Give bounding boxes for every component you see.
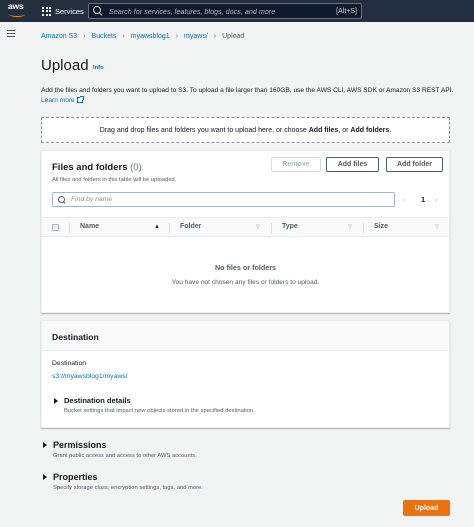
destination-header: Destination <box>42 321 449 351</box>
search-icon <box>58 195 66 204</box>
permissions-subtitle: Grant public access and access to other … <box>53 453 197 459</box>
column-divider <box>169 223 170 233</box>
column-header-folder[interactable]: Folder <box>180 223 201 230</box>
hamburger-menu-icon[interactable] <box>7 30 15 37</box>
search-shortcut-hint: [Alt+S] <box>336 7 357 15</box>
files-and-folders-panel: Files and folders (0) All files and fold… <box>41 150 450 313</box>
learn-more-label: Learn more <box>41 97 75 104</box>
permissions-section-toggle[interactable]: Permissions <box>53 440 107 450</box>
top-navigation-bar: aws Services Search for services, featur… <box>0 0 474 22</box>
destination-details-toggle[interactable]: Destination details <box>64 396 131 405</box>
breadcrumb-amazon-s3[interactable]: Amazon S3 <box>41 33 77 40</box>
info-link[interactable]: Info <box>93 65 104 71</box>
destination-details-subtitle: Bucket settings that impact new objects … <box>64 408 255 414</box>
caret-right-icon[interactable] <box>43 474 47 480</box>
aws-logo[interactable]: aws <box>8 2 28 20</box>
page-title: Upload <box>41 57 89 74</box>
services-label: Services <box>55 6 84 16</box>
drag-and-drop-zone[interactable]: Drag and drop files and folders you want… <box>41 117 450 143</box>
page-number[interactable]: 1 <box>421 195 425 204</box>
files-count: (0) <box>130 162 142 173</box>
column-header-type[interactable]: Type <box>282 223 298 230</box>
column-header-size[interactable]: Size <box>374 223 388 230</box>
properties-section-toggle[interactable]: Properties <box>53 472 98 482</box>
add-files-button[interactable]: Add files <box>326 157 379 172</box>
breadcrumb-folder[interactable]: myaws/ <box>184 33 208 40</box>
add-folder-button[interactable]: Add folder <box>386 157 443 172</box>
column-header-name[interactable]: Name <box>80 223 99 230</box>
sort-down-icon[interactable]: ▽ <box>435 224 439 230</box>
services-menu-button[interactable]: Services <box>42 5 84 17</box>
destination-title: Destination <box>52 332 99 342</box>
table-header: Name ▲ Folder ▽ Type ▽ Size ▽ <box>42 217 449 237</box>
remove-button[interactable]: Remove <box>271 157 321 172</box>
learn-more-link[interactable]: Learn more <box>41 96 84 104</box>
sort-down-icon[interactable]: ▽ <box>256 224 260 230</box>
sort-down-icon[interactable]: ▽ <box>348 224 352 230</box>
destination-label: Destination <box>52 360 87 367</box>
empty-state-subtitle: You have not chosen any files or folders… <box>171 279 320 286</box>
empty-state-title: No files or folders <box>214 263 277 272</box>
files-panel-title: Files and folders (0) <box>52 162 142 173</box>
chevron-right-icon: › <box>122 33 125 40</box>
dropzone-text-middle: , or <box>338 126 349 134</box>
breadcrumb: Amazon S3 › Buckets › myawsblog1 › myaws… <box>41 33 244 40</box>
breadcrumb-current: Upload <box>222 33 245 40</box>
aws-logo-text: aws <box>8 1 24 11</box>
global-search-input[interactable]: Search for services, features, blogs, do… <box>88 3 362 19</box>
previous-page-icon[interactable]: ‹ <box>403 195 406 204</box>
grid-icon <box>42 6 51 16</box>
column-divider <box>363 223 364 233</box>
search-placeholder: Search for services, features, blogs, do… <box>109 6 276 16</box>
properties-subtitle: Specify storage class, encryption settin… <box>53 485 203 491</box>
dropzone-text-prefix: Drag and drop files and folders you want… <box>99 126 307 134</box>
column-divider <box>69 223 70 233</box>
external-link-icon <box>76 96 84 103</box>
chevron-right-icon: › <box>175 33 179 40</box>
aws-smile-icon <box>9 12 25 17</box>
search-icon <box>93 6 103 16</box>
description-text: Add the files and folders you want to up… <box>41 87 454 94</box>
destination-panel: Destination Destination s3://myawsblog1/… <box>41 320 450 428</box>
upload-button[interactable]: Upload <box>403 500 450 516</box>
find-placeholder: Find by name <box>71 196 113 203</box>
caret-right-icon[interactable] <box>43 442 47 448</box>
breadcrumb-buckets[interactable]: Buckets <box>92 33 117 40</box>
dropzone-text-suffix: . <box>389 126 392 134</box>
destination-link[interactable]: s3://myawsblog1/myaws/ <box>52 373 128 380</box>
select-all-checkbox[interactable] <box>52 224 59 231</box>
caret-right-icon[interactable] <box>54 398 58 404</box>
chevron-right-icon: › <box>83 33 86 40</box>
breadcrumb-bucket[interactable]: myawsblog1 <box>131 33 170 40</box>
find-by-name-input[interactable]: Find by name <box>52 192 395 207</box>
next-page-icon[interactable]: › <box>435 195 438 204</box>
column-divider <box>271 223 272 233</box>
files-panel-subtitle: All files and folders in this table will… <box>52 177 177 183</box>
page-description: Add the files and folders you want to up… <box>41 86 459 106</box>
dropzone-add-folders: Add folders <box>350 126 390 134</box>
dropzone-add-files: Add files <box>308 126 339 134</box>
chevron-right-icon: › <box>213 33 217 40</box>
files-title-text: Files and folders <box>52 162 128 173</box>
sort-ascending-icon[interactable]: ▲ <box>154 224 160 230</box>
